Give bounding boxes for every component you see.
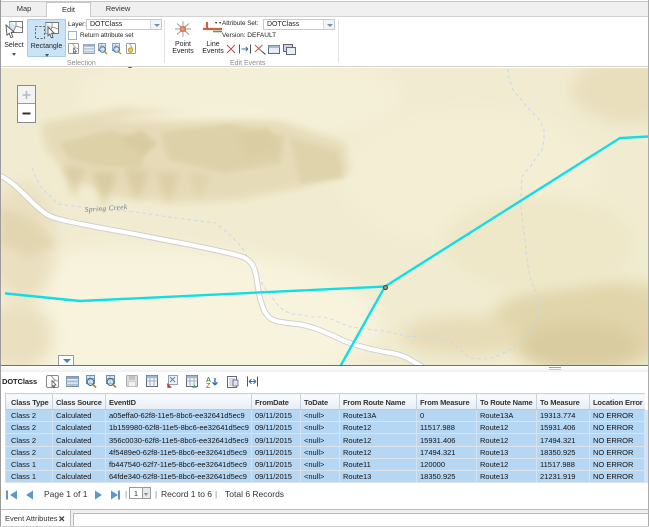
svg-text:Z: Z — [206, 383, 211, 390]
